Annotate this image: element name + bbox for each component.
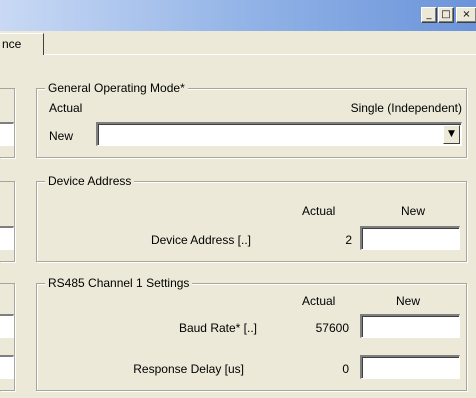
tab-partial[interactable]: nce (0, 33, 44, 55)
device-address-title: Device Address (45, 174, 135, 188)
gom-actual-label: Actual (49, 101, 83, 115)
gom-new-label: New (49, 129, 74, 143)
rs485-settings-group: RS485 Channel 1 Settings Actual New Baud… (36, 276, 467, 391)
tab-divider (44, 54, 476, 55)
baud-rate-actual: 57600 (315, 321, 349, 335)
left-stub-input-1[interactable] (0, 122, 14, 146)
device-address-group: Device Address Actual New Device Address… (36, 174, 467, 262)
response-delay-label: Response Delay [us] (133, 362, 244, 376)
left-group-stub-2 (0, 181, 15, 262)
baud-rate-input[interactable] (360, 314, 460, 338)
rs485-title: RS485 Channel 1 Settings (45, 276, 193, 290)
chevron-down-icon: ▼ (448, 129, 455, 139)
maximize-button[interactable]: □ (438, 7, 454, 23)
maximize-icon: □ (441, 9, 451, 20)
minimize-icon: _ (426, 9, 432, 20)
da-col-new: New (401, 204, 426, 218)
close-button[interactable]: × (456, 7, 476, 23)
title-bar: _ □ × (0, 0, 476, 31)
dropdown-button[interactable]: ▼ (443, 125, 460, 144)
minimize-button[interactable]: _ (421, 7, 437, 23)
left-stub-input-2[interactable] (0, 226, 14, 250)
rs485-col-new: New (396, 294, 421, 308)
left-group-stub-3 (0, 283, 15, 391)
general-operating-mode-group: General Operating Mode* Actual Single (I… (36, 81, 467, 158)
tab-label: nce (2, 37, 22, 51)
da-actual-value: 2 (345, 233, 352, 247)
gom-new-dropdown[interactable]: ▼ (96, 122, 462, 146)
response-delay-actual: 0 (342, 362, 349, 376)
da-row-label: Device Address [..] (150, 233, 251, 247)
da-new-input[interactable] (360, 226, 460, 250)
left-group-stub-1 (0, 88, 15, 158)
general-operating-mode-title: General Operating Mode* (45, 81, 188, 95)
rs485-col-actual: Actual (302, 294, 336, 308)
response-delay-input[interactable] (360, 355, 460, 379)
close-icon: × (462, 9, 471, 20)
baud-rate-label: Baud Rate* [..] (178, 321, 257, 335)
left-stub-input-4[interactable] (0, 355, 14, 379)
da-col-actual: Actual (302, 204, 336, 218)
tab-strip: nce (0, 31, 476, 55)
left-stub-input-3[interactable] (0, 314, 14, 338)
gom-actual-value: Single (Independent) (350, 101, 462, 115)
